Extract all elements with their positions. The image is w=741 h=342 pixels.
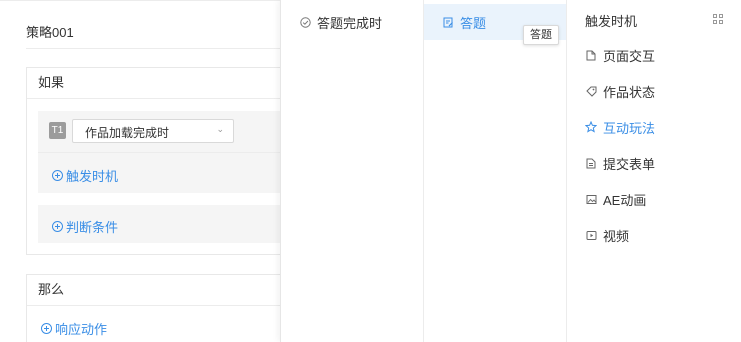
then-card: 那么 响应动作: [26, 274, 290, 342]
tag-icon: [585, 85, 597, 97]
trigger-select-value: 作品加载完成时: [85, 126, 170, 140]
top-divider: [0, 0, 290, 1]
plus-circle-icon: [41, 323, 52, 334]
add-action-label: 响应动作: [55, 322, 108, 337]
strategy-editor: 策略001 如果 T1 作品加载完成时 ⌄ 触发时机 判断条件 那么 响应动作: [0, 0, 290, 342]
strategy-title[interactable]: 策略001: [26, 22, 74, 41]
page-icon: [585, 49, 597, 61]
if-heading: 如果: [27, 68, 290, 99]
add-trigger-label: 触发时机: [66, 169, 119, 184]
option-tooltip: 答题: [523, 25, 559, 45]
trigger-select[interactable]: 作品加载完成时 ⌄: [72, 119, 234, 143]
option-label: 页面交互: [603, 48, 656, 64]
form-icon: [585, 157, 597, 169]
condition-group: 判断条件: [38, 205, 290, 243]
cascader-option-answer-complete[interactable]: 答题完成时: [281, 4, 423, 40]
add-trigger-button[interactable]: 触发时机: [52, 166, 118, 185]
option-label: AE动画: [603, 192, 647, 208]
cascader-level1: 答题完成时: [280, 0, 423, 342]
trigger-badge: T1: [49, 122, 66, 139]
plus-circle-icon: [52, 170, 63, 181]
add-action-button[interactable]: 响应动作: [41, 319, 107, 338]
cascader-option-work-status[interactable]: 作品状态: [567, 73, 741, 109]
edit-note-icon: [442, 16, 454, 28]
star-icon: [585, 121, 597, 133]
cascader-option-page-interaction[interactable]: 页面交互: [567, 37, 741, 73]
trigger-time-heading-label: 触发时机: [585, 13, 638, 29]
option-label: 答题: [460, 15, 487, 31]
image-icon: [585, 193, 597, 205]
trigger-group: T1 作品加载完成时 ⌄ 触发时机: [38, 111, 290, 193]
trigger-row: T1 作品加载完成时 ⌄: [38, 111, 290, 153]
if-card: 如果 T1 作品加载完成时 ⌄ 触发时机 判断条件: [26, 67, 290, 255]
option-label: 作品状态: [603, 84, 656, 100]
cascader-option-video[interactable]: 视频: [567, 217, 741, 253]
plus-circle-icon: [52, 221, 63, 232]
option-label: 提交表单: [603, 156, 656, 172]
option-label: 视频: [603, 228, 630, 244]
then-heading: 那么: [27, 275, 290, 306]
cascader-level2: 答题: [423, 0, 566, 342]
cascader-option-submit-form[interactable]: 提交表单: [567, 145, 741, 181]
video-icon: [585, 229, 597, 241]
title-divider: [26, 48, 290, 49]
add-condition-button[interactable]: 判断条件: [52, 217, 118, 236]
cascader-option-interactive-gameplay[interactable]: 互动玩法: [567, 109, 741, 145]
cascader-level3: 触发时机 页面交互 作品状态 互动玩法 提交表单 AE动画 视频: [566, 0, 741, 342]
chevron-down-icon: ⌄: [216, 124, 224, 134]
grid-view-icon[interactable]: [713, 14, 723, 24]
option-label: 答题完成时: [317, 15, 383, 31]
cascader-option-ae-animation[interactable]: AE动画: [567, 181, 741, 217]
add-condition-label: 判断条件: [66, 220, 119, 235]
option-label: 互动玩法: [603, 120, 656, 136]
check-circle-icon: [299, 16, 311, 28]
